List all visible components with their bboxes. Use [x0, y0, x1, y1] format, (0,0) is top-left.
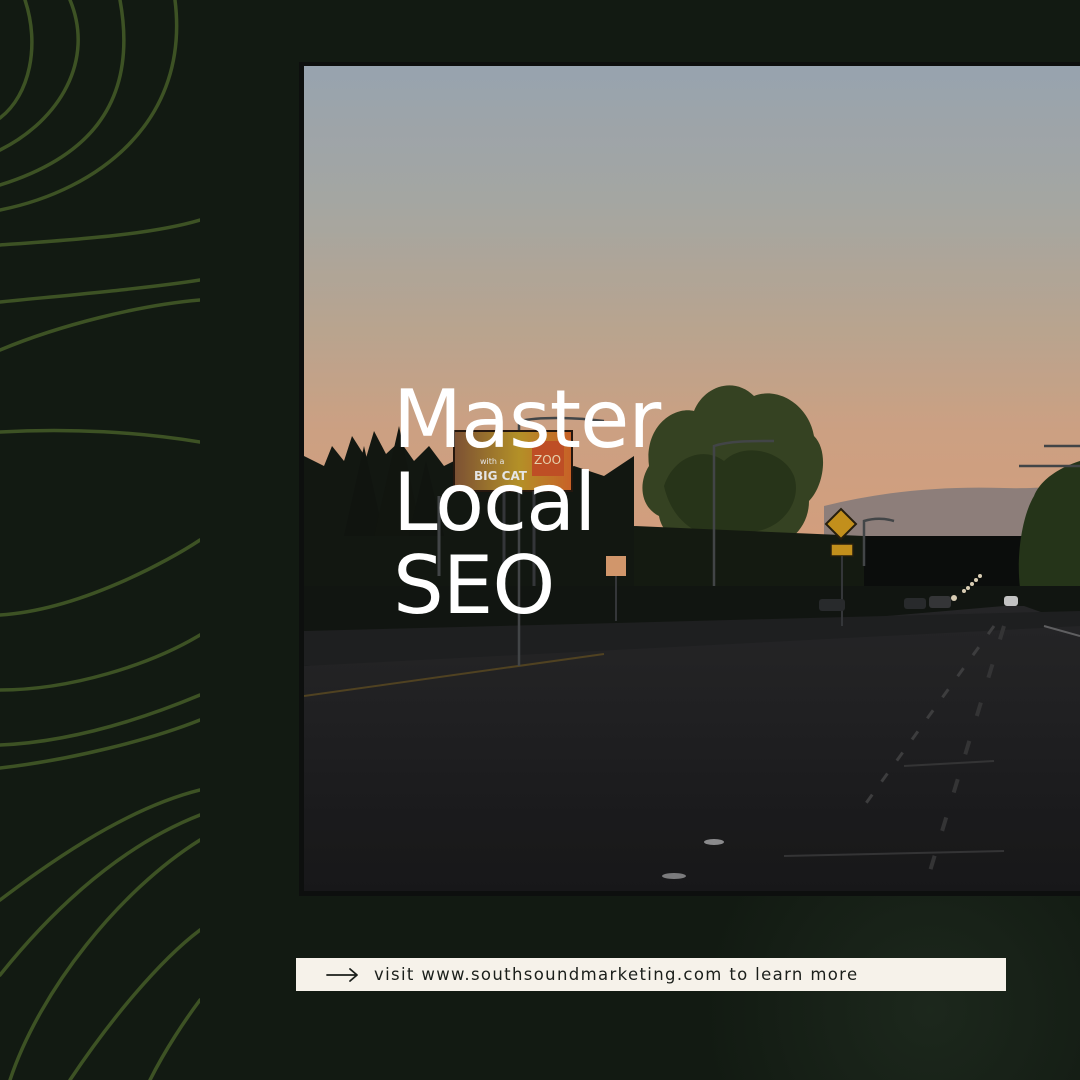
cta-banner[interactable]: visit www.southsoundmarketing.com to lea… — [296, 958, 1006, 991]
cta-text: visit www.southsoundmarketing.com to lea… — [374, 965, 859, 984]
headline-line-1: Master — [393, 373, 661, 466]
post-canvas: ZOO with a BIG CAT Master Local SEO visi… — [0, 0, 1080, 1080]
headline-line-3: SEO — [393, 539, 555, 632]
headline: Master Local SEO — [393, 378, 733, 627]
headline-line-2: Local — [393, 456, 596, 549]
arrow-right-icon — [326, 967, 358, 982]
topographic-lines-decoration — [0, 0, 200, 1080]
